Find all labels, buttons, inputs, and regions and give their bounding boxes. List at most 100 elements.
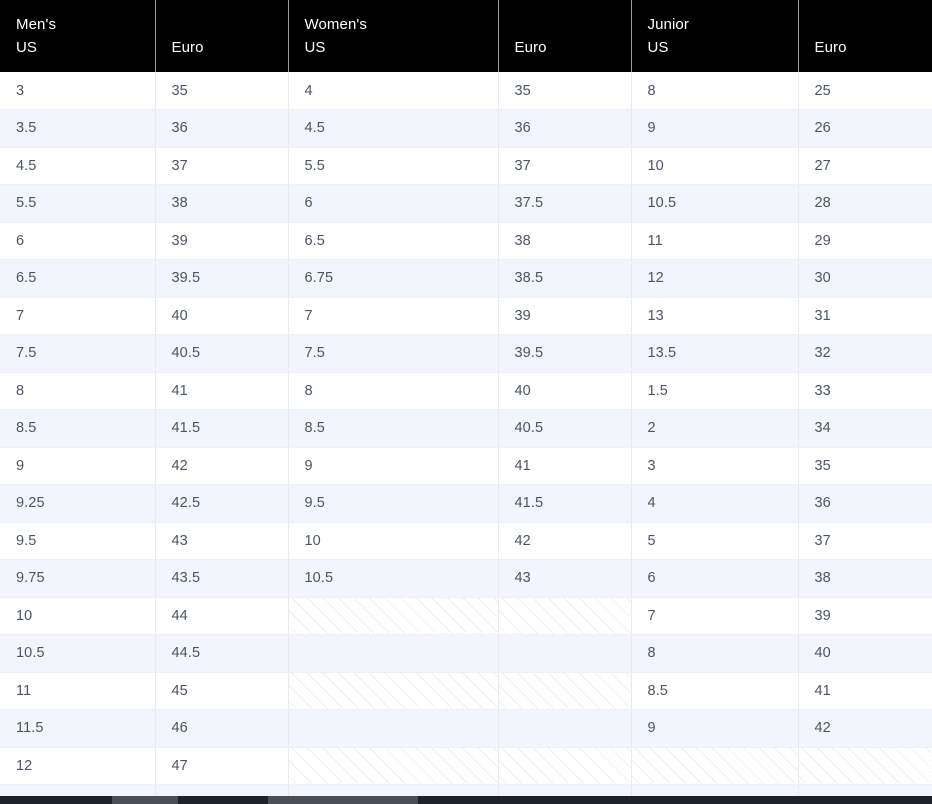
table-cell-junior_eu: 32 xyxy=(798,334,932,373)
table-row: 10.5 44.5 8 40 xyxy=(0,634,932,673)
table-cell-empty-womens_us xyxy=(288,747,499,785)
table-cell-mens_us: 10.5 xyxy=(0,634,156,673)
shoe-size-conversion-table: Men's US Euro Women's US Euro Junior US Euro 3 35… xyxy=(0,0,932,804)
table-row: 4.5 37 5.5 37 10 27 xyxy=(0,147,932,185)
column-unit-label: Euro xyxy=(814,39,847,56)
table-cell-empty-womens_us xyxy=(288,597,499,635)
table-cell-mens_us: 7 xyxy=(0,297,156,335)
column-unit-label: US xyxy=(16,39,38,56)
table-cell-junior_eu: 36 xyxy=(798,484,932,523)
table-cell-junior_eu: 39 xyxy=(798,597,932,635)
table-row: 9.5 43 10 42 5 37 xyxy=(0,522,932,560)
table-cell-junior_us: 10 xyxy=(631,147,799,185)
table-row: 7.5 40.5 7.5 39.5 13.5 32 xyxy=(0,334,932,373)
table-cell-junior_eu: 27 xyxy=(798,147,932,185)
table-cell-mens_us: 3 xyxy=(0,72,156,110)
table-cell-empty-womens_us xyxy=(288,709,499,748)
table-cell-junior_eu: 31 xyxy=(798,297,932,335)
table-cell-mens_us: 12 xyxy=(0,747,156,785)
column-header-mens_eu: Euro xyxy=(155,0,289,72)
table-cell-mens_eu: 35 xyxy=(155,72,289,110)
table-cell-junior_us: 13.5 xyxy=(631,334,799,373)
table-row: 11.5 46 9 42 xyxy=(0,709,932,748)
table-cell-mens_eu: 45 xyxy=(155,672,289,710)
table-cell-junior_us: 2 xyxy=(631,409,799,448)
table-cell-junior_us: 6 xyxy=(631,559,799,598)
table-cell-junior_eu: 25 xyxy=(798,72,932,110)
table-cell-empty-womens_eu xyxy=(498,672,632,710)
table-row: 9.25 42.5 9.5 41.5 4 36 xyxy=(0,484,932,523)
table-cell-junior_eu: 42 xyxy=(798,709,932,748)
table-cell-mens_eu: 46 xyxy=(155,709,289,748)
table-cell-mens_eu: 36 xyxy=(155,109,289,148)
table-cell-mens_us: 11 xyxy=(0,672,156,710)
table-cell-junior_eu: 28 xyxy=(798,184,932,223)
column-group-label xyxy=(815,13,932,36)
table-cell-junior_eu: 35 xyxy=(798,447,932,485)
table-cell-womens_eu: 40.5 xyxy=(498,409,632,448)
column-group-label xyxy=(515,13,631,36)
table-cell-junior_eu: 26 xyxy=(798,109,932,148)
table-cell-mens_us: 11.5 xyxy=(0,709,156,748)
table-cell-womens_us: 4 xyxy=(288,72,499,110)
table-cell-empty-junior_eu xyxy=(798,747,932,785)
table-cell-womens_us: 10 xyxy=(288,522,499,560)
table-cell-mens_eu: 44 xyxy=(155,597,289,635)
table-cell-junior_us: 12 xyxy=(631,259,799,298)
table-cell-junior_us: 5 xyxy=(631,522,799,560)
column-group-label: Women's xyxy=(304,15,367,33)
table-cell-empty-womens_eu xyxy=(498,597,632,635)
table-cell-empty-womens_eu xyxy=(498,709,632,748)
table-cell-womens_eu: 41.5 xyxy=(498,484,632,523)
table-cell-mens_eu: 47 xyxy=(155,747,289,785)
table-cell-womens_us: 4.5 xyxy=(288,109,499,148)
table-row: 9 42 9 41 3 35 xyxy=(0,447,932,485)
table-cell-mens_us: 9.5 xyxy=(0,522,156,560)
column-unit-label: US xyxy=(304,39,326,56)
column-header-junior_us: Junior US xyxy=(631,0,799,72)
column-group-label xyxy=(172,13,288,36)
table-cell-womens_us: 9 xyxy=(288,447,499,485)
table-cell-empty-junior_us xyxy=(631,747,799,785)
table-cell-womens_eu: 37 xyxy=(498,147,632,185)
table-cell-womens_us: 5.5 xyxy=(288,147,499,185)
column-header-mens_us: Men's US xyxy=(0,0,156,72)
table-cell-womens_eu: 38.5 xyxy=(498,259,632,298)
table-cell-junior_us: 9 xyxy=(631,709,799,748)
table-cell-junior_eu: 40 xyxy=(798,634,932,673)
table-cell-junior_eu: 33 xyxy=(798,372,932,410)
table-cell-womens_us: 8 xyxy=(288,372,499,410)
table-cell-mens_us: 9 xyxy=(0,447,156,485)
table-cell-womens_eu: 35 xyxy=(498,72,632,110)
table-row: 3.5 36 4.5 36 9 26 xyxy=(0,109,932,148)
table-cell-junior_us: 3 xyxy=(631,447,799,485)
column-header-junior_eu: Euro xyxy=(798,0,932,72)
table-cell-womens_us: 8.5 xyxy=(288,409,499,448)
table-header-row: Men's US Euro Women's US Euro Junior US Euro xyxy=(0,0,932,72)
table-cell-womens_eu: 36 xyxy=(498,109,632,148)
table-row: 8.5 41.5 8.5 40.5 2 34 xyxy=(0,409,932,448)
table-row: 12 47 xyxy=(0,747,932,785)
column-unit-label: Euro xyxy=(171,39,204,56)
column-unit-label: US xyxy=(647,39,669,56)
table-cell-womens_eu: 41 xyxy=(498,447,632,485)
column-group-label: Men's xyxy=(16,15,57,33)
table-cell-junior_us: 10.5 xyxy=(631,184,799,223)
table-cell-mens_eu: 39.5 xyxy=(155,259,289,298)
table-cell-junior_us: 4 xyxy=(631,484,799,523)
table-row: 11 45 8.5 41 xyxy=(0,672,932,710)
table-cell-mens_eu: 42 xyxy=(155,447,289,485)
table-row: 6.5 39.5 6.75 38.5 12 30 xyxy=(0,259,932,298)
table-cell-mens_us: 4.5 xyxy=(0,147,156,185)
table-cell-mens_eu: 43 xyxy=(155,522,289,560)
table-cell-mens_eu: 40.5 xyxy=(155,334,289,373)
table-cell-womens_eu: 40 xyxy=(498,372,632,410)
table-cell-empty-womens_us xyxy=(288,672,499,710)
table-row: 6 39 6.5 38 11 29 xyxy=(0,222,932,260)
table-cell-junior_us: 9 xyxy=(631,109,799,148)
table-cell-mens_us: 6 xyxy=(0,222,156,260)
column-header-womens_us: Women's US xyxy=(288,0,499,72)
table-cell-junior_us: 8.5 xyxy=(631,672,799,710)
table-cell-empty-womens_eu xyxy=(498,747,632,785)
table-cell-womens_us: 7 xyxy=(288,297,499,335)
